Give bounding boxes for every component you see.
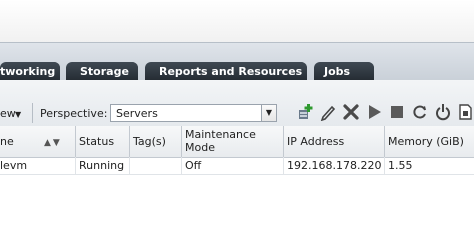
delete-icon <box>343 104 359 120</box>
tab-label: Jobs <box>324 65 351 78</box>
edit-icon <box>320 105 336 121</box>
column-separator[interactable] <box>384 126 385 157</box>
power-button[interactable] <box>434 103 452 121</box>
perspective-label: Perspective: <box>40 107 108 120</box>
delete-button[interactable] <box>342 103 360 121</box>
cell-ip-address: 192.168.178.220 <box>287 159 382 172</box>
chevron-down-icon[interactable]: ▼ <box>261 105 276 121</box>
cell-maintenance: Off <box>185 159 202 172</box>
power-icon <box>436 104 450 121</box>
chevron-down-icon[interactable]: ▼ <box>15 110 21 119</box>
row-separator <box>75 157 76 174</box>
row-separator <box>129 157 130 174</box>
column-header-name[interactable]: ne <box>0 135 14 148</box>
tab-reports-and-resources[interactable]: Reports and Resources <box>145 62 307 81</box>
column-separator[interactable] <box>283 126 284 157</box>
toolbar-separator <box>32 103 33 123</box>
column-header-status[interactable]: Status <box>79 135 114 148</box>
toolbar: ew ▼ Perspective: Servers ▼ <box>0 80 474 127</box>
cell-status: Running <box>79 159 125 172</box>
cell-memory: 1.55 <box>388 159 413 172</box>
add-server-icon <box>299 104 313 119</box>
column-header-tags[interactable]: Tag(s) <box>133 135 166 148</box>
navigation-tabs: tworking Storage Reports and Resources J… <box>0 42 474 81</box>
table-header: ne ▲▼ Status Tag(s) Maintenance Mode IP … <box>0 126 474 158</box>
column-header-maintenance-mode[interactable]: Maintenance Mode <box>185 128 256 154</box>
start-icon <box>369 105 381 119</box>
perspective-select[interactable]: Servers ▼ <box>110 104 277 122</box>
stop-button[interactable] <box>388 103 406 121</box>
window-top-area <box>0 0 474 42</box>
tab-label: tworking <box>0 65 56 78</box>
column-header-memory[interactable]: Memory (GiB) <box>388 135 464 148</box>
tab-networking[interactable]: tworking <box>0 62 60 81</box>
perspective-value: Servers <box>116 107 158 120</box>
backup-button[interactable] <box>457 103 474 121</box>
column-separator[interactable] <box>75 126 76 157</box>
backup-icon <box>459 104 472 120</box>
start-button[interactable] <box>365 103 383 121</box>
cell-name: levm <box>0 159 28 172</box>
column-separator[interactable] <box>181 126 182 157</box>
view-menu[interactable]: ew <box>0 107 16 120</box>
tab-label: Storage <box>80 65 129 78</box>
table-row[interactable]: levm Running Off 192.168.178.220 1.55 <box>0 157 474 175</box>
row-separator <box>384 157 385 174</box>
column-separator[interactable] <box>129 126 130 157</box>
sort-icon[interactable]: ▲▼ <box>44 138 62 148</box>
refresh-button[interactable] <box>411 103 429 121</box>
stop-icon <box>391 106 403 118</box>
tab-jobs[interactable]: Jobs <box>314 62 374 81</box>
column-header-ip-address[interactable]: IP Address <box>287 135 344 148</box>
add-server-button[interactable] <box>296 103 314 121</box>
refresh-icon <box>413 105 426 119</box>
row-separator <box>283 157 284 174</box>
row-separator <box>181 157 182 174</box>
tab-storage[interactable]: Storage <box>66 62 138 81</box>
edit-button[interactable] <box>319 103 337 121</box>
tab-label: Reports and Resources <box>159 65 303 78</box>
